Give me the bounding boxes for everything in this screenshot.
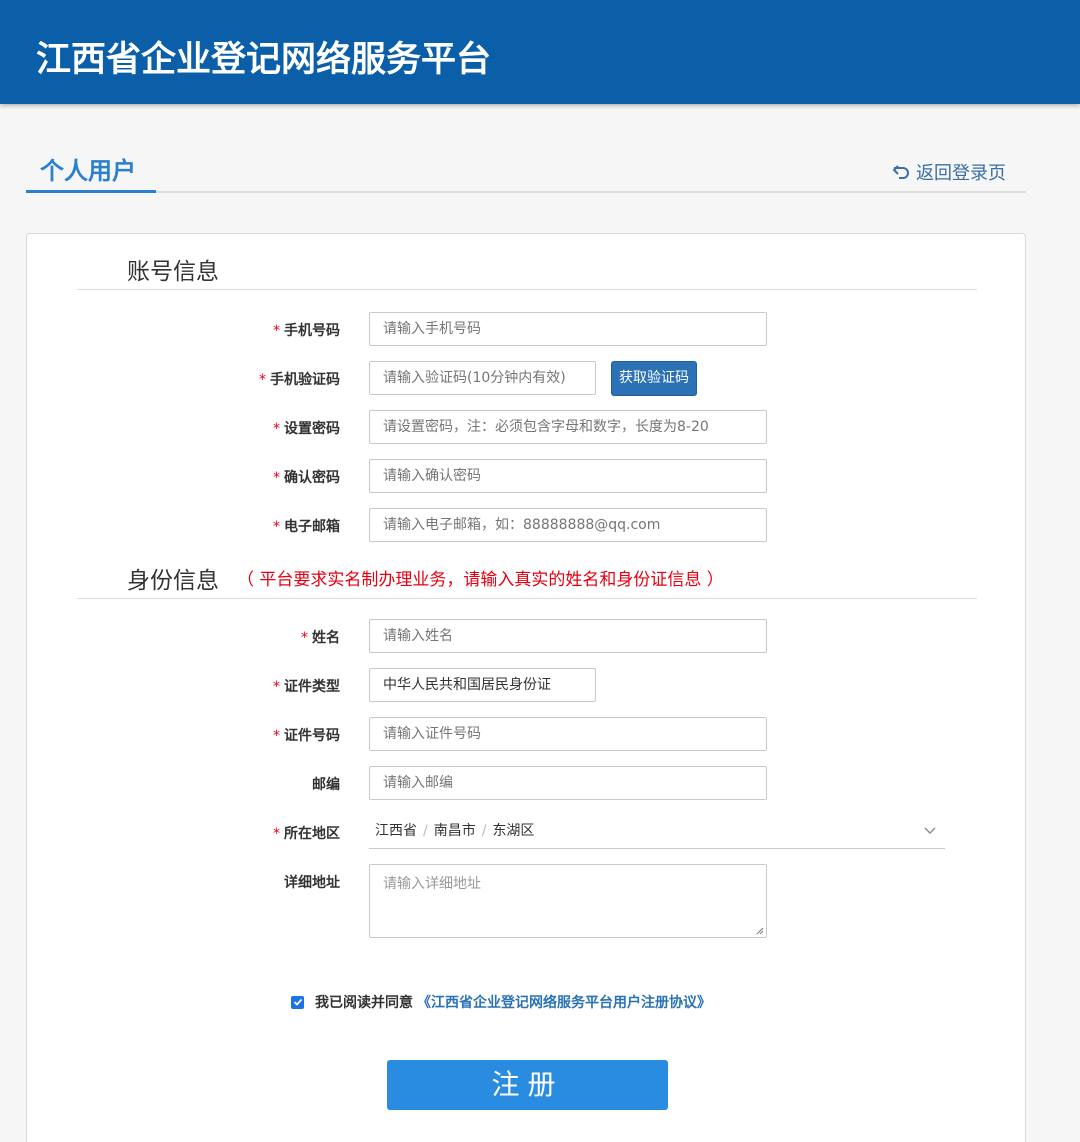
id-number-row: * 证件号码 [27,717,1027,751]
back-to-login-label: 返回登录页 [916,163,1006,184]
identity-section-note: （ 平台要求实名制办理业务，请输入真实的姓名和身份证信息 ） [237,570,724,590]
phone-input[interactable] [369,312,767,346]
confirm-password-row: * 确认密码 [27,459,1027,493]
address-textarea[interactable]: 请输入详细地址 [369,864,767,938]
region-province: 江西省 [375,823,417,839]
address-placeholder: 请输入详细地址 [383,876,481,892]
checkmark-icon [293,998,302,1006]
region-city: 南昌市 [433,823,476,839]
agreement-link[interactable]: 《江西省企业登记网络服务平台用户注册协议》 [417,992,711,1012]
registration-form-panel: 账号信息 *手机号码 *手机验证码 获取验证码 *设置密码 *确认密码 *电子邮… [26,233,1026,1142]
confirm-password-input[interactable] [369,459,767,493]
id-type-select[interactable]: 中华人民共和国居民身份证 [369,668,596,702]
id-number-label: * 证件号码 [273,728,340,744]
region-separator: / [423,823,428,839]
chevron-down-icon [924,827,936,834]
email-label: * 电子邮箱 [273,519,340,535]
password-row: * 设置密码 [27,410,1027,444]
id-number-input[interactable] [369,717,767,751]
account-section-header: 账号信息 [77,234,977,290]
region-separator: / [481,823,487,839]
sms-code-input[interactable] [369,361,596,395]
agreement-checkbox[interactable] [291,995,304,1009]
account-section-title: 账号信息 [127,259,219,285]
name-row: * 姓名 [27,619,1027,653]
email-input[interactable] [369,508,767,542]
back-to-login-link[interactable]: 返回登录页 [892,159,1006,185]
agreement-text: 我已阅读并同意 [315,995,413,1011]
site-title: 江西省企业登记网络服务平台 [36,40,492,80]
get-code-button[interactable]: 获取验证码 [611,361,697,396]
tab-personal-user-label: 个人用户 [40,157,136,185]
phone-row: * 手机号码 [27,312,1027,346]
tab-personal-user[interactable]: 个人用户 [26,145,156,193]
sms-code-row: *手机验证码 获取验证码 [27,361,1027,396]
region-district: 东湖区 [492,823,535,839]
name-input[interactable] [369,619,767,653]
resize-grip-icon[interactable] [756,927,764,935]
id-type-row: * 证件类型 中华人民共和国居民身份证 [27,668,1027,702]
register-button[interactable]: 注册 [387,1060,668,1110]
postcode-input[interactable] [369,766,767,800]
postcode-row: 邮编 [27,766,1027,800]
address-row: 详细地址 请输入详细地址 [27,864,1027,938]
password-label: * 设置密码 [273,421,340,437]
sms-code-label: * 手机验证码 [259,372,340,388]
identity-section-title: 身份信息 [127,568,219,594]
name-label: * 姓名 [301,630,340,646]
tab-bar: 个人用户 返回登录页 [26,145,1026,193]
postcode-label: 邮编 [312,777,340,793]
email-row: * 电子邮箱 [27,508,1027,542]
region-row: * 所在地区 江西省 / 南昌市 / 东湖区 [27,815,1027,849]
header-bar: 江西省企业登记网络服务平台 [0,0,1080,104]
address-label: 详细地址 [284,875,340,891]
identity-section-header: 身份信息 （ 平台要求实名制办理业务，请输入真实的姓名和身份证信息 ） [77,543,977,599]
phone-label: * 手机号码 [273,323,340,339]
back-arrow-icon [892,165,909,179]
password-input[interactable] [369,410,767,444]
agreement-row: 我已阅读并同意 《江西省企业登记网络服务平台用户注册协议》 [291,992,711,1012]
confirm-password-label: * 确认密码 [273,470,340,486]
region-label: * 所在地区 [273,826,340,842]
region-cascader[interactable]: 江西省 / 南昌市 / 东湖区 [369,815,945,849]
id-type-label: * 证件类型 [273,679,340,695]
